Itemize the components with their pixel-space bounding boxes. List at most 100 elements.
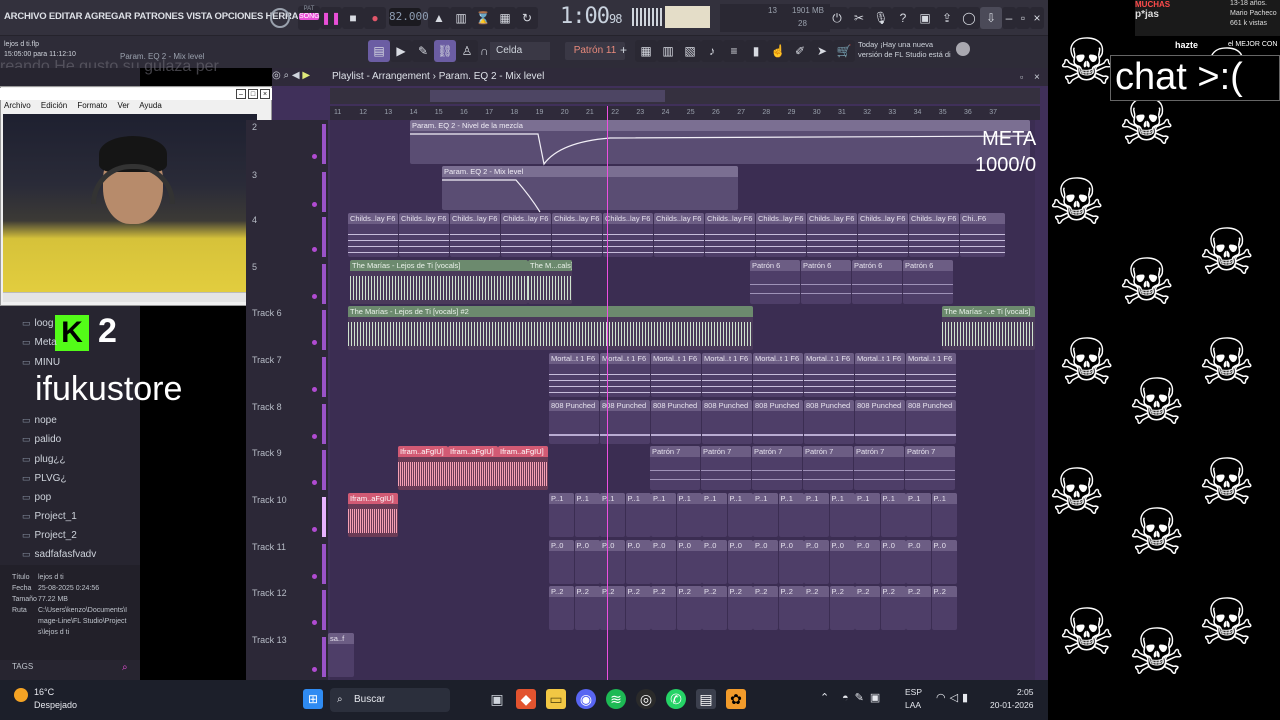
p1-clip[interactable]: P..1: [574, 493, 600, 537]
track-mute-led[interactable]: [312, 434, 317, 439]
np-menu-ver[interactable]: Ver: [117, 101, 129, 110]
network-volume-icons[interactable]: ◠◁▮: [936, 691, 972, 704]
track-selector[interactable]: [322, 590, 326, 630]
timeline-ruler[interactable]: 11 12 13 14 15 16 17 18 19 20 21 22 23 24 25 26 27 28 29 30…: [330, 106, 1040, 120]
track-selector[interactable]: [322, 217, 326, 257]
p1-clip[interactable]: P..1: [778, 493, 804, 537]
wait-icon[interactable]: ▥: [450, 7, 472, 29]
pattern-select[interactable]: Patrón 11: [565, 42, 625, 60]
automation-clip[interactable]: Param. EQ 2 - Nivel de la mezcla: [410, 120, 1030, 164]
track-label[interactable]: Track 11: [252, 542, 286, 552]
blend-icon[interactable]: ▦: [494, 7, 516, 29]
track-selector[interactable]: [322, 497, 326, 537]
childs-clip[interactable]: Childs..lay F6: [501, 213, 551, 257]
notepad-min-button[interactable]: –: [236, 89, 246, 99]
track-selector[interactable]: [322, 404, 326, 444]
playhead[interactable]: [607, 106, 608, 680]
tray-icons[interactable]: ◓✎▣: [842, 691, 886, 704]
track-label[interactable]: Track 9: [252, 448, 282, 458]
p2-clip[interactable]: P..2: [906, 586, 931, 630]
p0-clip[interactable]: P..0: [574, 540, 600, 584]
browser-folder[interactable]: palido: [22, 434, 62, 445]
track-selector[interactable]: [322, 357, 326, 397]
taskbar-clock[interactable]: 2:05 20-01-2026: [990, 686, 1033, 712]
browser-folder[interactable]: MINU: [22, 357, 61, 368]
piano-roll-icon[interactable]: ▧: [679, 40, 701, 62]
close-button[interactable]: ×: [1030, 7, 1044, 29]
track-mute-led[interactable]: [312, 340, 317, 345]
p0-clip[interactable]: P..0: [600, 540, 625, 584]
mortal-clip[interactable]: Mortal..t 1 F6: [804, 353, 854, 397]
marias-clip[interactable]: The Marías - Lejos de Ti [vocals]: [350, 260, 528, 304]
stop-button[interactable]: ■: [342, 7, 364, 29]
childs-clip[interactable]: Childs..lay F6: [654, 213, 704, 257]
childs-clip[interactable]: Childs..lay F6: [858, 213, 908, 257]
play-pattern-icon[interactable]: ▶: [302, 70, 310, 81]
countdown-icon[interactable]: ⌛: [472, 7, 494, 29]
power-icon[interactable]: ⏻: [826, 7, 848, 29]
track-mute-led[interactable]: [312, 667, 317, 672]
mixer-icon[interactable]: ▦: [635, 40, 657, 62]
browser-folder[interactable]: loog: [22, 318, 54, 329]
notepad-max-button[interactable]: □: [248, 89, 258, 99]
p0-clip[interactable]: P..0: [931, 540, 957, 584]
p1-clip[interactable]: P..1: [753, 493, 778, 537]
search-icon[interactable]: ⌕: [122, 662, 128, 673]
arrangement-grid[interactable]: Param. EQ 2 - Nivel de la mezcla Param. E…: [328, 120, 1035, 680]
patron6-clip[interactable]: Patrón 6: [801, 260, 851, 304]
plugin-icon[interactable]: ▮: [745, 40, 767, 62]
track-mute-led[interactable]: [312, 480, 317, 485]
browser-folder[interactable]: Project_1: [22, 511, 77, 522]
p2-clip[interactable]: P..2: [855, 586, 880, 630]
childs-clip[interactable]: Childs..lay F6: [603, 213, 653, 257]
p2-clip[interactable]: P..2: [880, 586, 906, 630]
browser-icon[interactable]: ≡: [723, 40, 745, 62]
p0-clip[interactable]: P..0: [753, 540, 778, 584]
p1-clip[interactable]: P..1: [600, 493, 625, 537]
fl-studio-icon[interactable]: ✿: [726, 689, 746, 709]
track-mute-led[interactable]: [312, 387, 317, 392]
track-selector[interactable]: [322, 450, 326, 490]
p0-clip[interactable]: P..0: [651, 540, 676, 584]
patron7-clip[interactable]: Patrón 7: [701, 446, 751, 490]
spotify-icon[interactable]: ≋: [606, 689, 626, 709]
track-mute-led[interactable]: [312, 202, 317, 207]
track-mute-led[interactable]: [312, 154, 317, 159]
p0-clip[interactable]: P..0: [727, 540, 753, 584]
speaker-icon[interactable]: ◀: [292, 70, 300, 81]
sa-clip[interactable]: sa..f: [328, 633, 354, 677]
track-mute-led[interactable]: [312, 527, 317, 532]
tempo-display[interactable]: 82.000: [389, 8, 429, 26]
tempo-tap-icon[interactable]: ♪: [701, 40, 723, 62]
childs-clip[interactable]: Childs..lay F6: [552, 213, 602, 257]
track-label[interactable]: Track 12: [252, 588, 287, 598]
loop-record-icon[interactable]: ↻: [516, 7, 538, 29]
playlist-icon[interactable]: ▤: [368, 40, 390, 62]
p0-clip[interactable]: P..0: [804, 540, 829, 584]
browser-folder[interactable]: sadfafasfvadv: [22, 549, 97, 560]
patron6-clip[interactable]: Patrón 6: [750, 260, 800, 304]
link-icon[interactable]: ⛓: [434, 40, 456, 62]
windows-start-icon[interactable]: ⊞: [303, 689, 323, 709]
whatsapp-icon[interactable]: ✆: [666, 689, 686, 709]
chat-icon[interactable]: ◯: [958, 7, 980, 29]
mortal-clip[interactable]: Mortal..t 1 F6: [753, 353, 803, 397]
track-mute-led[interactable]: [312, 294, 317, 299]
p0-clip[interactable]: P..0: [625, 540, 651, 584]
np-menu-formato[interactable]: Formato: [77, 101, 107, 110]
track-mute-led[interactable]: [312, 620, 317, 625]
cart-icon[interactable]: 🛒: [833, 40, 855, 62]
punched-clip[interactable]: 808 Punched: [753, 400, 803, 444]
p2-clip[interactable]: P..2: [804, 586, 829, 630]
browser-folder[interactable]: Meta: [22, 337, 57, 348]
track-label[interactable]: Track 7: [252, 355, 282, 365]
punched-clip[interactable]: 808 Punched: [549, 400, 599, 444]
weather-widget[interactable]: 16°C Despejado: [34, 686, 77, 712]
patron7-clip[interactable]: Patrón 7: [905, 446, 955, 490]
arrow-icon[interactable]: ▶: [390, 40, 412, 62]
help-icon[interactable]: ?: [892, 7, 914, 29]
patron7-clip[interactable]: Patrón 7: [803, 446, 853, 490]
taskbar-search[interactable]: ⌕ Buscar: [330, 688, 450, 712]
browser-folder[interactable]: pop: [22, 492, 52, 503]
obs-icon[interactable]: ◎: [636, 689, 656, 709]
